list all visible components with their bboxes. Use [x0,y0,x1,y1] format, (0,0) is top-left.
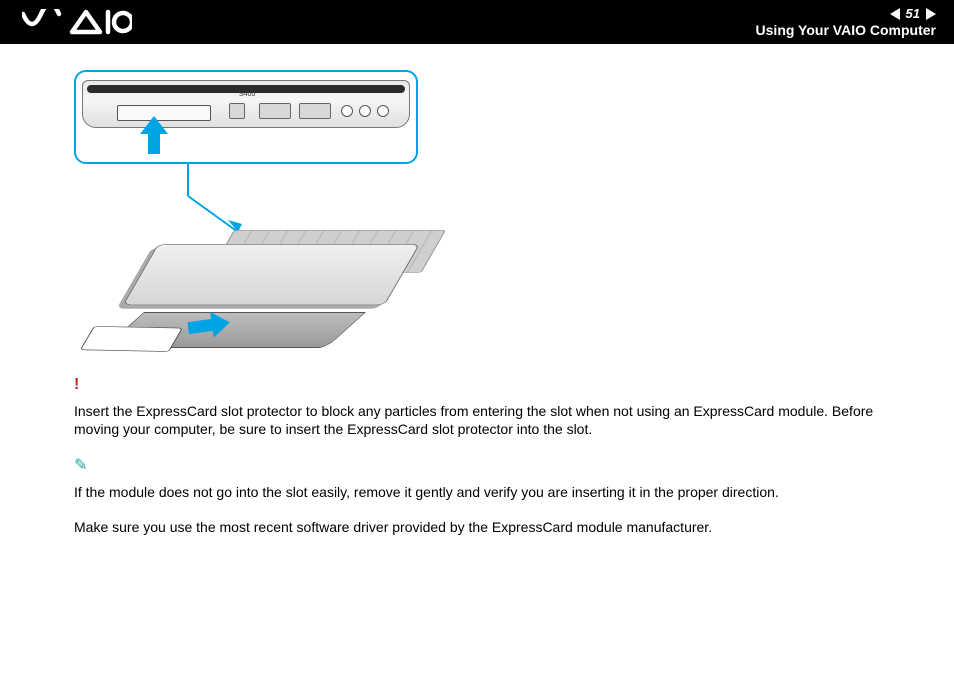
callout-panel: S400 [74,70,418,164]
warning-icon: ! [74,374,79,396]
firewire-port-icon [229,103,245,119]
page-content: S400 [0,44,954,537]
audio-jack-icon [359,105,371,117]
driver-paragraph: Make sure you use the most recent softwa… [74,518,880,537]
laptop-iso-view [94,200,434,370]
body-text: ! Insert the ExpressCard slot protector … [74,374,880,537]
arrow-up-icon [140,116,168,154]
section-title: Using Your VAIO Computer [756,22,936,38]
port-label-s400: S400 [239,91,255,98]
audio-jack-icon [377,105,389,117]
laptop-body [123,244,420,305]
prev-page-icon[interactable] [890,8,900,20]
page-nav: 51 [890,6,936,21]
header-right: 51 Using Your VAIO Computer [756,6,936,38]
note-paragraph: If the module does not go into the slot … [74,483,880,502]
usb-port-icon [259,103,291,119]
audio-jack-icon [341,105,353,117]
warning-paragraph: Insert the ExpressCard slot protector to… [74,402,880,440]
page-number: 51 [906,6,920,21]
vaio-logo [22,9,132,35]
page-header: 51 Using Your VAIO Computer [0,0,954,44]
expresscard-module-icon [80,326,183,352]
note-icon: ✎ [74,455,87,477]
next-page-icon[interactable] [926,8,936,20]
vaio-logo-svg [22,9,132,35]
expresscard-figure: S400 [74,70,454,370]
laptop-side-view: S400 [82,80,410,128]
usb-port-icon [299,103,331,119]
